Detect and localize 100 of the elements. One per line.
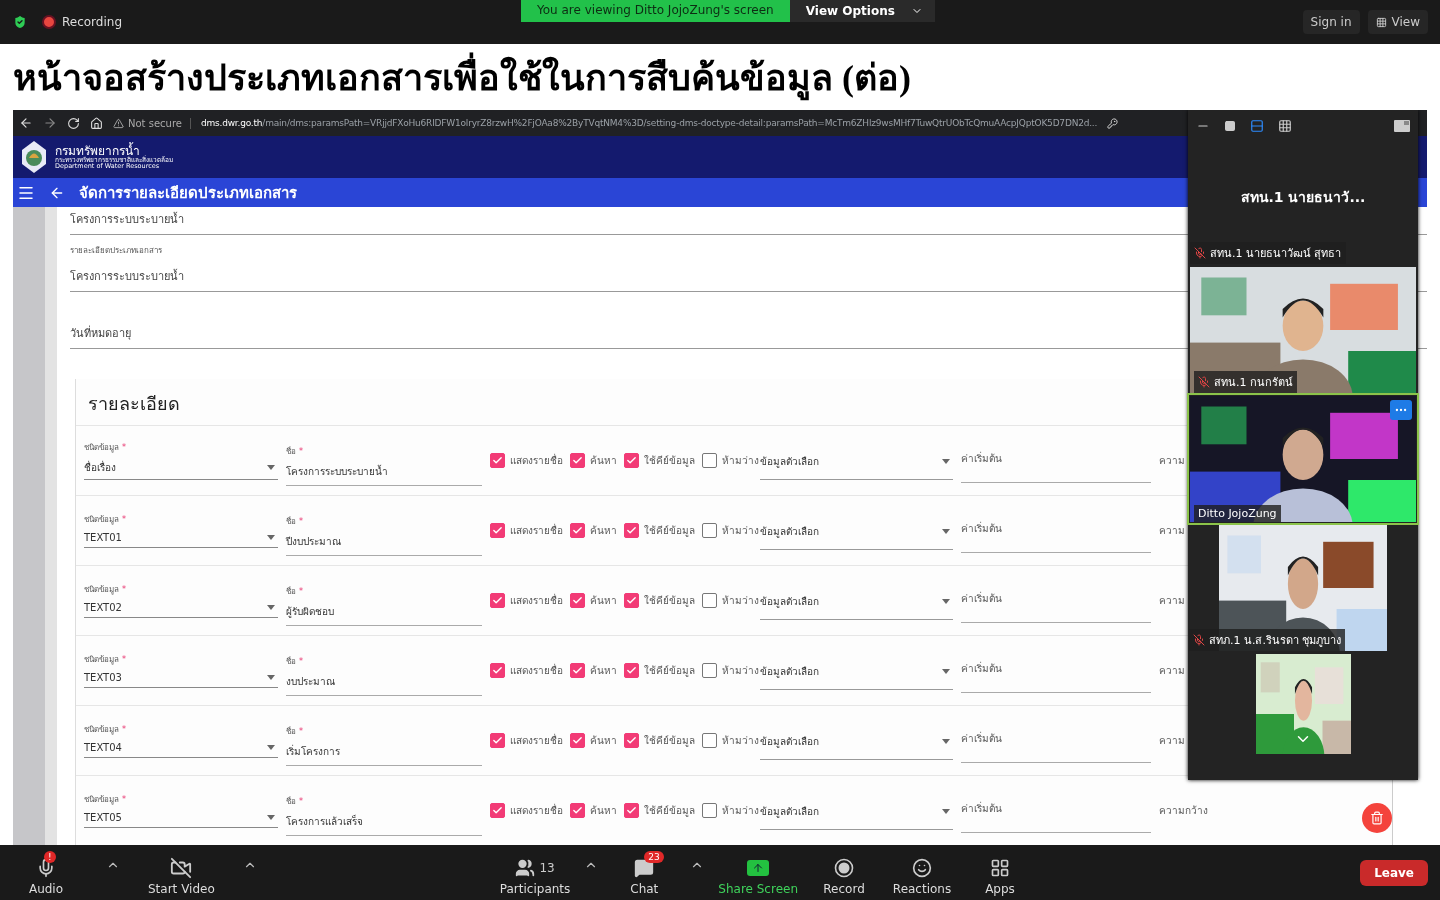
checkbox[interactable] (624, 663, 639, 678)
checkbox[interactable] (624, 733, 639, 748)
checkbox[interactable] (702, 523, 717, 538)
checkbox-label[interactable]: ห้ามว่าง (722, 663, 759, 678)
checkbox-label[interactable]: ค้นหา (590, 803, 617, 818)
checkbox[interactable] (570, 733, 585, 748)
checkbox[interactable] (490, 453, 505, 468)
default-value-field[interactable]: ค่าเริ่มต้น (961, 438, 1151, 483)
record-button[interactable]: Record (812, 849, 876, 896)
more-button[interactable] (1390, 400, 1412, 420)
checkbox-label[interactable]: แสดงรายชื่อ (510, 803, 563, 818)
name-field[interactable]: ชื่อ * โครงการระบบระบายน้ำ (286, 445, 482, 486)
participants-button[interactable]: 13 Participants (499, 849, 571, 896)
key-icon[interactable] (1107, 117, 1119, 129)
checkbox-label[interactable]: แสดงรายชื่อ (510, 733, 563, 748)
choice-select[interactable]: ข้อมูลตัวเลือก (760, 511, 953, 550)
view-button[interactable]: View (1367, 10, 1428, 34)
default-value-field[interactable]: ค่าเริ่มต้น (961, 718, 1151, 763)
checkbox[interactable] (490, 523, 505, 538)
checkbox[interactable] (570, 593, 585, 608)
checkbox[interactable] (570, 523, 585, 538)
checkbox[interactable] (570, 663, 585, 678)
type-select[interactable]: ชนิดข้อมูล * TEXT01 (84, 513, 278, 548)
checkbox[interactable] (490, 663, 505, 678)
checkbox-label[interactable]: ใช้คีย์ข้อมูล (644, 523, 695, 538)
home-icon[interactable] (90, 116, 103, 130)
checkbox-label[interactable]: แสดงรายชื่อ (510, 663, 563, 678)
name-field[interactable]: ชื่อ * ผู้รับผิดชอบ (286, 585, 482, 626)
checkbox-label[interactable]: ห้ามว่าง (722, 593, 759, 608)
checkbox[interactable] (570, 453, 585, 468)
checkbox-label[interactable]: ค้นหา (590, 523, 617, 538)
type-select[interactable]: ชนิดข้อมูล * TEXT03 (84, 653, 278, 688)
type-select[interactable]: ชนิดข้อมูล * TEXT02 (84, 583, 278, 618)
checkbox-label[interactable]: ค้นหา (590, 733, 617, 748)
chat-button[interactable]: 23 Chat (612, 849, 677, 896)
checkbox-label[interactable]: ใช้คีย์ข้อมูล (644, 453, 695, 468)
dropdown-caret-icon (267, 535, 275, 540)
checkbox-label[interactable]: ห้ามว่าง (722, 523, 759, 538)
name-field[interactable]: ชื่อ * ปีงบประมาณ (286, 515, 482, 556)
sign-in-button[interactable]: Sign in (1302, 10, 1360, 34)
checkbox-label[interactable]: ห้ามว่าง (722, 803, 759, 818)
checkbox-label[interactable]: ห้ามว่าง (722, 733, 759, 748)
checkbox-label[interactable]: ค้นหา (590, 663, 617, 678)
checkbox[interactable] (702, 453, 717, 468)
window-icon[interactable] (1394, 120, 1410, 132)
security-shield-icon[interactable] (12, 14, 28, 30)
forward-icon[interactable] (43, 116, 57, 130)
checkbox[interactable] (702, 593, 717, 608)
checkbox[interactable] (624, 453, 639, 468)
video-button[interactable]: Start Video (148, 849, 215, 896)
checkbox[interactable] (570, 803, 585, 818)
address-url[interactable]: dms.dwr.go.th/main/dms:paramsPath=VRjjdFXoHu6RIDFW1olryrZ8rzwH%2FjOAa8%2ByTVqtNM4%3D/setting-dms-doctype-detail:paramsPath=McTm6ZHlz9wsMHf7TuwQtrUObTcQmuAAcpJQptOK5D7DN2d... (200, 118, 1098, 128)
choice-select[interactable]: ข้อมูลตัวเลือก (760, 651, 953, 690)
choice-select[interactable]: ข้อมูลตัวเลือก (760, 441, 953, 480)
checkbox[interactable] (624, 523, 639, 538)
checkbox[interactable] (490, 593, 505, 608)
share-button[interactable]: Share Screen (718, 849, 798, 896)
checkbox-label[interactable]: ค้นหา (590, 593, 617, 608)
checkbox-label[interactable]: แสดงรายชื่อ (510, 593, 563, 608)
back-icon[interactable] (19, 116, 33, 130)
default-value-field[interactable]: ค่าเริ่มต้น (961, 788, 1151, 833)
checkbox-label[interactable]: แสดงรายชื่อ (510, 453, 563, 468)
checkbox-label[interactable]: ใช้คีย์ข้อมูล (644, 733, 695, 748)
speaker-view-icon[interactable] (1250, 119, 1264, 133)
leave-button[interactable]: Leave (1360, 859, 1428, 886)
type-select[interactable]: ชนิดข้อมูล * TEXT05 (84, 793, 278, 828)
thumbnail-view-icon[interactable] (1224, 120, 1236, 132)
checkbox-label[interactable]: ห้ามว่าง (722, 453, 759, 468)
checkbox-label[interactable]: แสดงรายชื่อ (510, 523, 563, 538)
type-select[interactable]: ชนิดข้อมูล * TEXT04 (84, 723, 278, 758)
gallery-view-icon[interactable] (1278, 119, 1292, 133)
checkbox-label[interactable]: ใช้คีย์ข้อมูล (644, 663, 695, 678)
reload-icon[interactable] (67, 116, 80, 130)
choice-select[interactable]: ข้อมูลตัวเลือก (760, 581, 953, 620)
default-value-field[interactable]: ค่าเริ่มต้น (961, 508, 1151, 553)
name-field[interactable]: ชื่อ * โครงการแล้วเสร็จ (286, 795, 482, 836)
checkbox-label[interactable]: ใช้คีย์ข้อมูล (644, 803, 695, 818)
type-select[interactable]: ชนิดข้อมูล * ชื่อเรื่อง (84, 441, 278, 480)
checkbox[interactable] (624, 593, 639, 608)
view-options-button[interactable]: View Options (789, 0, 935, 22)
checkbox[interactable] (490, 803, 505, 818)
checkbox[interactable] (702, 803, 717, 818)
name-field[interactable]: ชื่อ * งบประมาณ (286, 655, 482, 696)
security-warning[interactable]: Not secure (113, 117, 191, 129)
choice-select[interactable]: ข้อมูลตัวเลือก (760, 791, 953, 830)
checkbox-label[interactable]: ค้นหา (590, 453, 617, 468)
recording-indicator[interactable]: Recording (42, 15, 123, 29)
apps-button[interactable]: Apps (968, 849, 1032, 896)
checkbox[interactable] (490, 733, 505, 748)
checkbox[interactable] (702, 663, 717, 678)
checkbox[interactable] (702, 733, 717, 748)
checkbox[interactable] (624, 803, 639, 818)
check-icon (492, 455, 503, 466)
default-value-field[interactable]: ค่าเริ่มต้น (961, 648, 1151, 693)
audio-button[interactable]: ! Audio (14, 849, 78, 896)
checkbox-label[interactable]: ใช้คีย์ข้อมูล (644, 593, 695, 608)
choice-select[interactable]: ข้อมูลตัวเลือก (760, 721, 953, 760)
name-field[interactable]: ชื่อ * เริ่มโครงการ (286, 725, 482, 766)
reactions-button[interactable]: Reactions (890, 849, 954, 896)
default-value-field[interactable]: ค่าเริ่มต้น (961, 578, 1151, 623)
